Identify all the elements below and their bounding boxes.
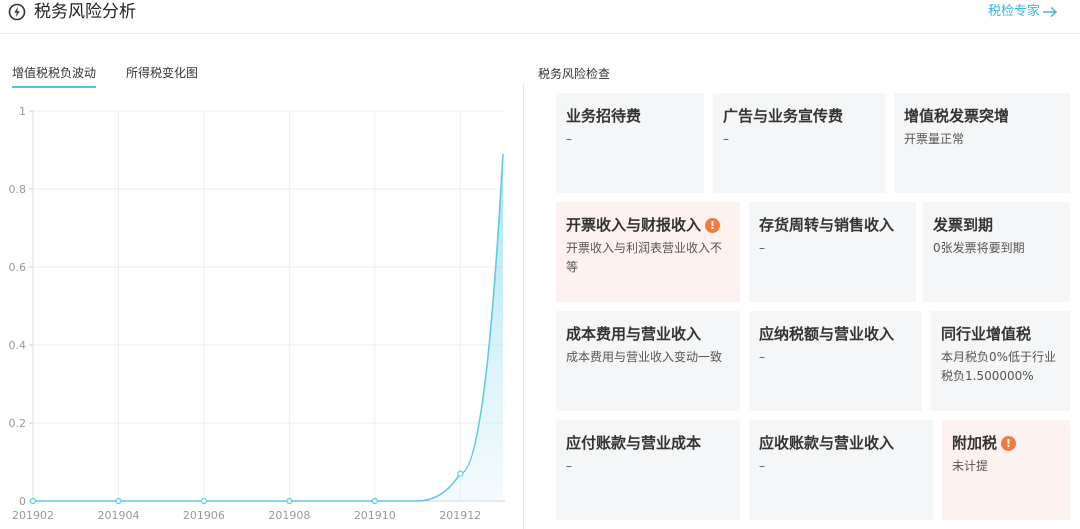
x-tick-label: 201910 [354, 509, 396, 522]
risk-card-inventory-turnover[interactable]: 存货周转与销售收入 – [749, 202, 916, 302]
page-title: 税务风险分析 [34, 2, 136, 22]
risk-check-title: 税务风险检查 [538, 67, 611, 81]
y-tick-label: 0.6 [9, 261, 27, 274]
risk-card-desc: – [566, 132, 572, 146]
risk-card-desc: – [759, 350, 765, 364]
series-area [33, 153, 503, 501]
risk-card-title-text: 应纳税额与营业收入 [759, 325, 895, 343]
tax-expert-link-label: 税检专家 [987, 4, 1040, 19]
data-point [115, 497, 122, 505]
risk-card-title: 附加税! [952, 432, 1060, 454]
vat-burden-chart: 0 0.2 0.4 0.6 0.8 1 201902 201904 201906 201908 20… [0, 96, 520, 529]
risk-card-desc: 开票收入与利润表营业收入不等 [566, 241, 723, 274]
y-tick-label: 1 [19, 105, 26, 118]
risk-card-invoice-expiry[interactable]: 发票到期 0张发票将要到期 [923, 202, 1070, 302]
risk-card-title-text: 同行业增值税 [941, 325, 1032, 343]
data-point [200, 497, 208, 505]
risk-card-desc: 未计提 [952, 459, 989, 473]
risk-card-title: 同行业增值税 [941, 323, 1060, 345]
risk-card-tax-payable-vs-revenue[interactable]: 应纳税额与营业收入 – [749, 311, 922, 411]
risk-card-title: 应付账款与营业成本 [566, 432, 730, 454]
y-tick-label: 0.4 [9, 339, 27, 352]
risk-card-title: 开票收入与财报收入! [566, 214, 730, 236]
y-tick-label: 0 [19, 495, 26, 508]
series-line [33, 153, 504, 502]
arrow-right-icon [1043, 6, 1058, 18]
risk-card-desc: 0张发票将要到期 [933, 241, 1025, 255]
risk-card-cost-vs-revenue[interactable]: 成本费用与营业收入成本费用与营业收入变动一致 [556, 311, 740, 411]
risk-card-title: 业务招待费 [566, 105, 694, 127]
risk-card-desc: – [566, 459, 572, 473]
section-divider [523, 84, 524, 529]
y-tick-label: 0.8 [9, 183, 27, 196]
risk-card-industry-vat[interactable]: 同行业增值税本月税负0%低于行业税负1.500000% [931, 311, 1070, 411]
risk-card-title: 应收账款与营业收入 [759, 432, 923, 454]
tab-vat-burden[interactable]: 增值税税负波动 [12, 64, 97, 88]
risk-card-invoice-surge[interactable]: 增值税发票突增开票量正常 [894, 93, 1070, 193]
data-point [29, 497, 37, 505]
risk-card-title-text: 存货周转与销售收入 [759, 216, 895, 234]
risk-card-desc: 本月税负0%低于行业税负1.500000% [941, 350, 1057, 383]
risk-card-title-text: 附加税 [952, 434, 998, 452]
warning-icon: ! [1001, 435, 1017, 451]
risk-card-title-text: 增值税发票突增 [904, 107, 1010, 125]
lightning-circle-icon [8, 3, 26, 21]
x-tick-label: 201904 [97, 509, 139, 522]
risk-card-title: 存货周转与销售收入 [759, 214, 906, 236]
risk-card-title-text: 应收账款与营业收入 [759, 434, 895, 452]
data-point [371, 497, 378, 505]
risk-card-desc: – [723, 132, 729, 146]
risk-card-title: 发票到期 [933, 214, 1060, 236]
risk-card-title-text: 成本费用与营业收入 [566, 325, 702, 343]
risk-card-title: 广告与业务宣传费 [723, 105, 875, 127]
x-tick-label: 201902 [12, 509, 54, 522]
risk-card-invoice-vs-financial-income[interactable]: 开票收入与财报收入! 开票收入与利润表营业收入不等 [556, 202, 740, 302]
risk-card-advertising-expense[interactable]: 广告与业务宣传费 – [713, 93, 885, 193]
risk-card-title-text: 发票到期 [933, 216, 994, 234]
chart-svg: 0 0.2 0.4 0.6 0.8 1 201902 201904 201906 201908 20… [9, 105, 505, 522]
risk-card-desc: 成本费用与营业收入变动一致 [566, 350, 723, 364]
x-tick-label: 201906 [183, 509, 225, 522]
risk-card-title: 成本费用与营业收入 [566, 323, 730, 345]
risk-card-title-text: 应付账款与营业成本 [566, 434, 702, 452]
risk-card-desc: – [759, 241, 765, 255]
data-point [286, 497, 293, 505]
risk-card-receivables-vs-revenue[interactable]: 应收账款与营业收入 – [749, 420, 933, 520]
risk-card-surcharge-tax[interactable]: 附加税! 未计提 [942, 420, 1070, 520]
y-tick-label: 0.2 [9, 417, 27, 430]
risk-card-title-text: 业务招待费 [566, 107, 642, 125]
page-header: 税务风险分析 税检专家 [0, 0, 1080, 34]
tab-income-tax[interactable]: 所得税变化图 [126, 64, 198, 82]
data-point [457, 470, 464, 477]
warning-icon: ! [705, 217, 721, 233]
x-tick-label: 201908 [268, 509, 310, 522]
tax-expert-link[interactable]: 税检专家 [988, 3, 1058, 21]
risk-card-desc: – [759, 459, 765, 473]
x-tick-label: 201912 [439, 509, 481, 522]
risk-card-desc: 开票量正常 [904, 132, 965, 146]
risk-card-title-text: 广告与业务宣传费 [723, 107, 844, 125]
risk-card-title: 应纳税额与营业收入 [759, 323, 912, 345]
risk-card-title-text: 开票收入与财报收入 [566, 216, 702, 234]
risk-card-payables-vs-cost[interactable]: 应付账款与营业成本 – [556, 420, 740, 520]
risk-card-business-entertainment[interactable]: 业务招待费 – [556, 93, 704, 193]
risk-card-title: 增值税发票突增 [904, 105, 1060, 127]
